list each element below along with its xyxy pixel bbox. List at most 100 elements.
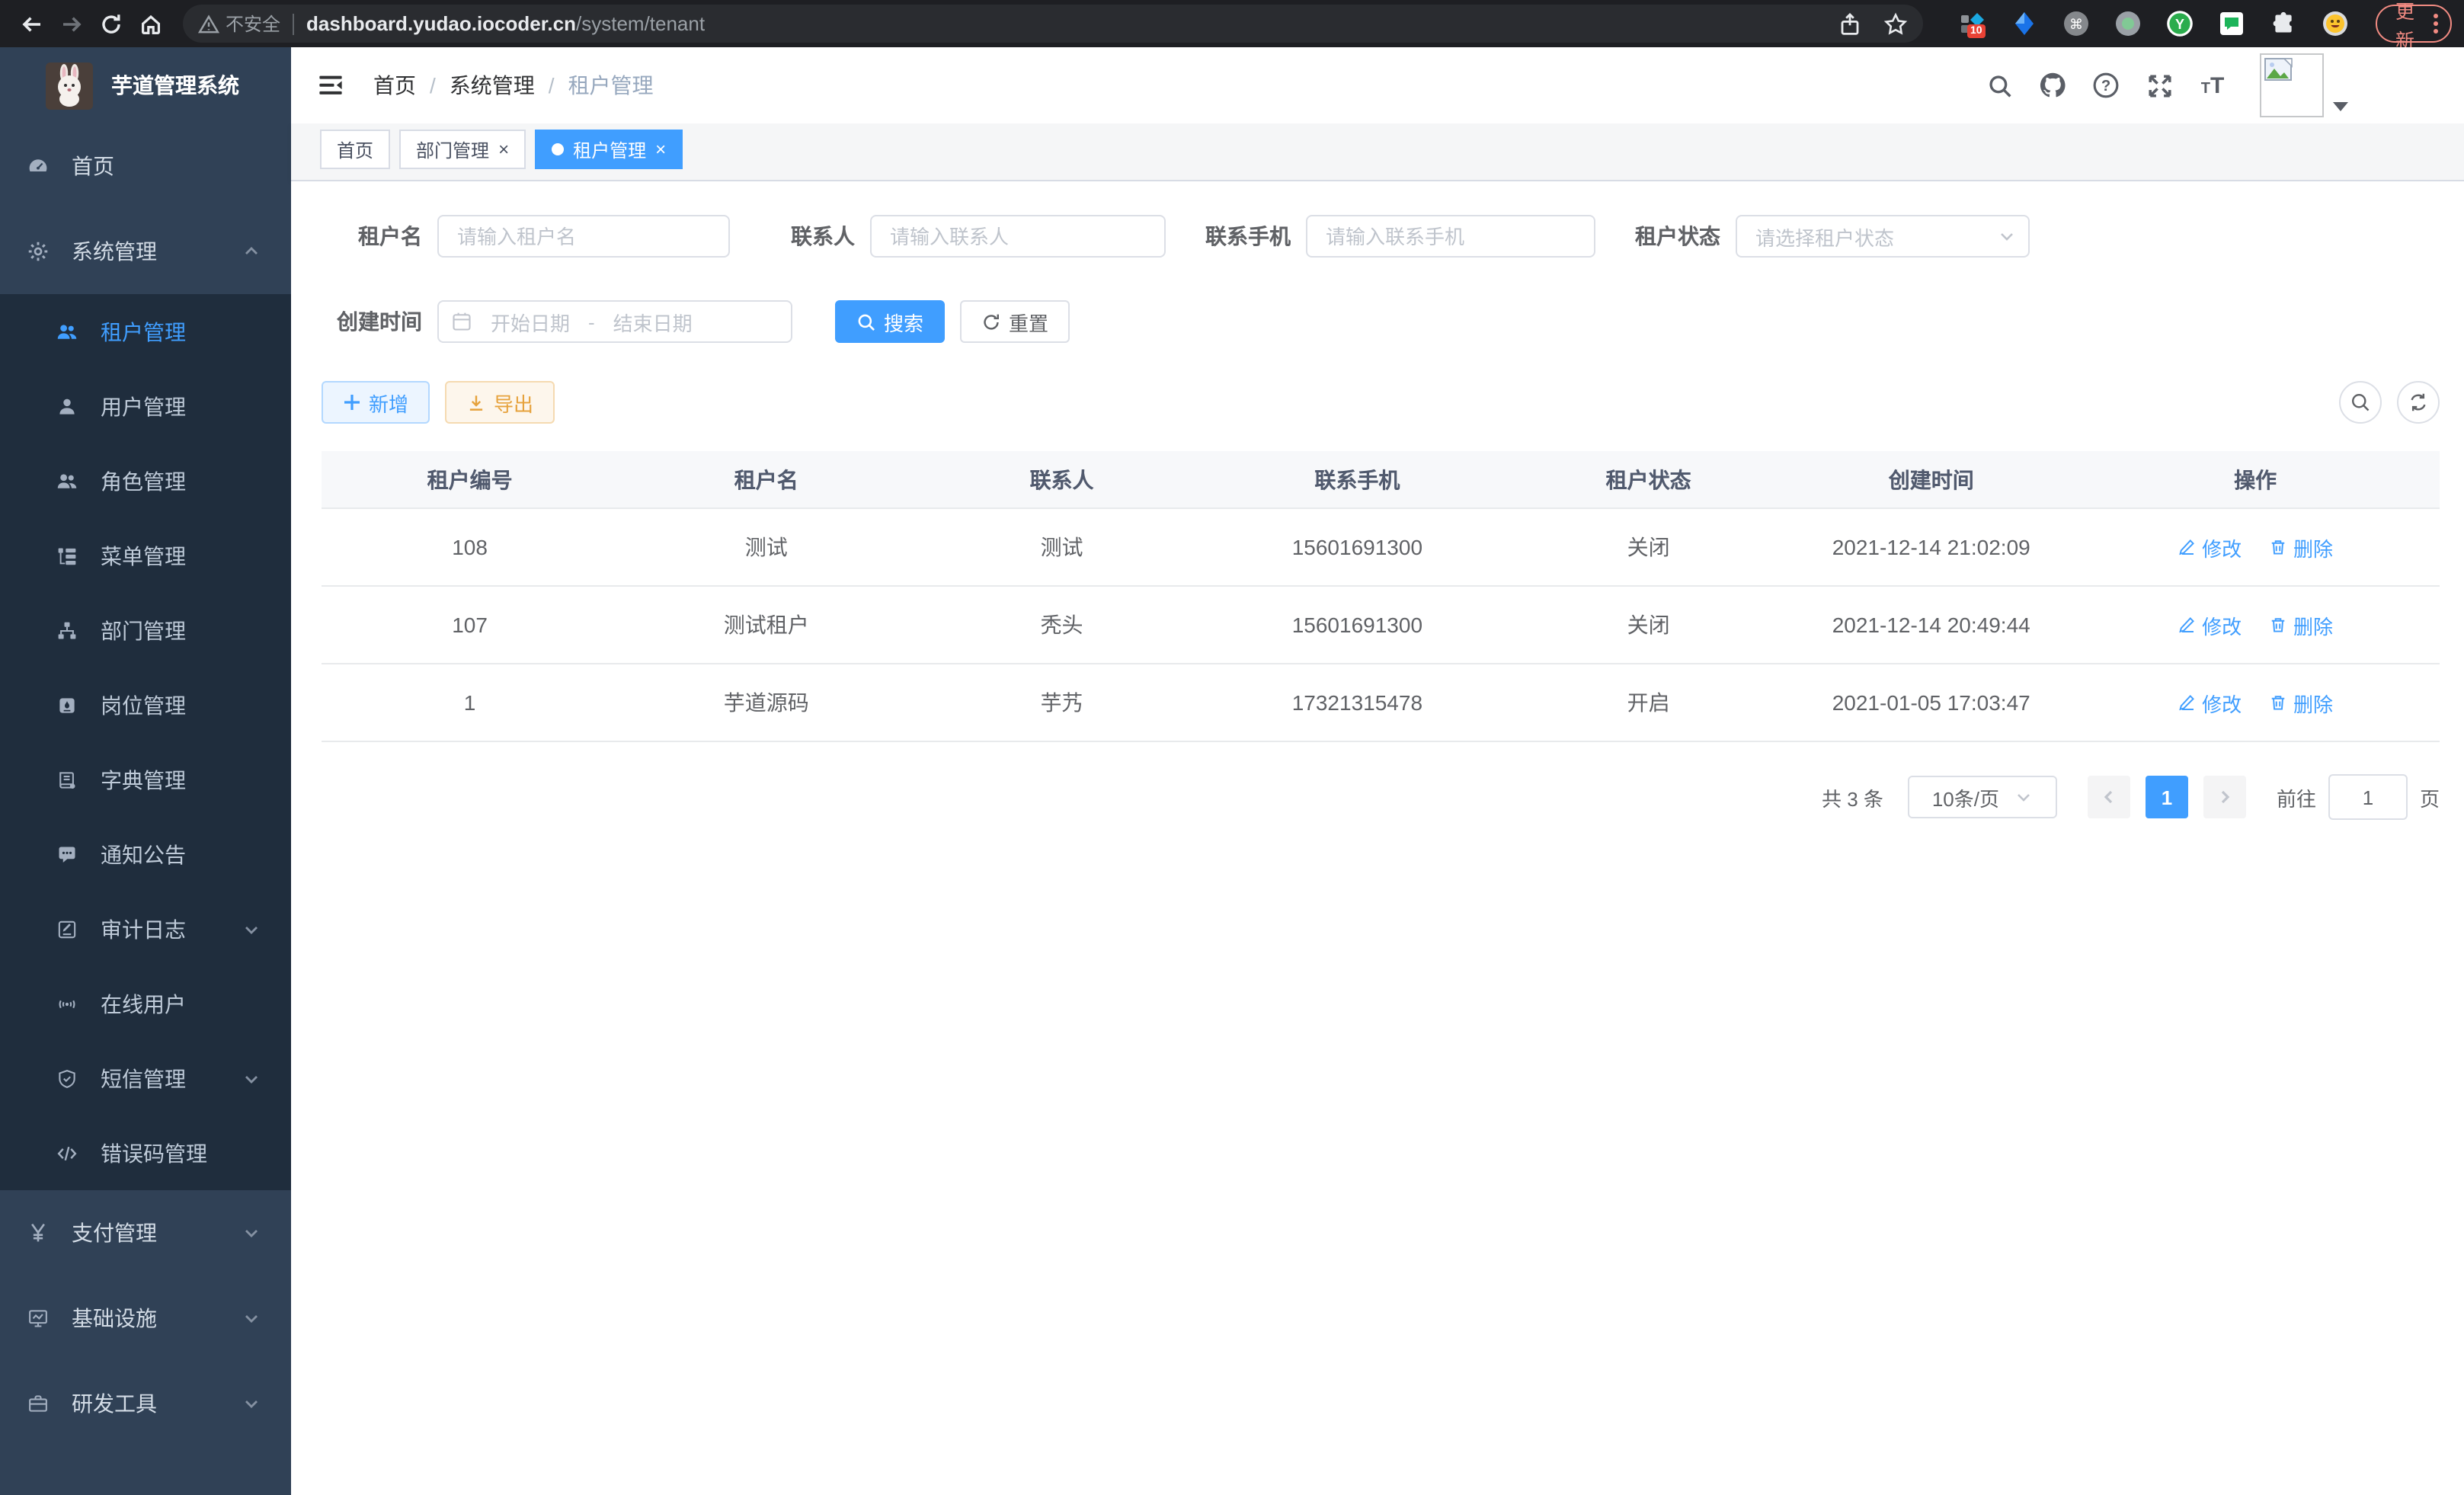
help-icon[interactable]: ?	[2091, 70, 2121, 101]
extension-badge: 10	[1967, 24, 1986, 38]
chevron-down-icon	[1998, 227, 2016, 245]
sidebar-item-system[interactable]: 系统管理	[0, 209, 291, 294]
page-number-1[interactable]: 1	[2146, 776, 2188, 818]
sidebar-item-dept[interactable]: 部门管理	[0, 593, 291, 667]
extension-diamond-icon[interactable]: 10	[1960, 11, 1986, 37]
search-icon[interactable]	[1984, 70, 2014, 101]
toggle-search-button[interactable]	[2339, 381, 2382, 424]
navbar-actions: ? TT	[1984, 47, 2348, 123]
table-toolbar: 新增 导出	[322, 381, 2440, 424]
sidebar-item-error-code[interactable]: 错误码管理	[0, 1116, 291, 1190]
edit-link[interactable]: 修改	[2178, 533, 2242, 562]
close-icon[interactable]: ×	[655, 140, 666, 158]
address-bar[interactable]: 不安全 dashboard.yudao.iocoder.cn/system/te…	[183, 5, 1923, 43]
sidebar-item-post[interactable]: 岗位管理	[0, 667, 291, 742]
sidebar-item-dict[interactable]: 字典管理	[0, 742, 291, 817]
sidebar: 芋道管理系统 首页 系统管理 租户管理 用户管理	[0, 47, 291, 1495]
tab-tenant[interactable]: 租户管理 ×	[535, 130, 683, 169]
logo[interactable]: 芋道管理系统	[0, 47, 291, 123]
filter-contact-mobile: 联系手机	[1190, 215, 1595, 258]
sidebar-item-home[interactable]: 首页	[0, 123, 291, 209]
goto-page-input[interactable]	[2328, 774, 2408, 820]
cell-contact: 秃头	[914, 586, 1208, 664]
breadcrumb-home[interactable]: 首页	[373, 70, 416, 101]
sidebar-item-pay[interactable]: 支付管理	[0, 1190, 291, 1276]
code-icon	[56, 1142, 78, 1164]
tab-dept[interactable]: 部门管理 ×	[399, 130, 526, 169]
extension-y-icon[interactable]: Y	[2167, 11, 2193, 37]
sidebar-item-notice[interactable]: 通知公告	[0, 817, 291, 892]
sidebar-item-online-user[interactable]: 在线用户	[0, 966, 291, 1041]
date-range-picker[interactable]: 开始日期 - 结束日期	[437, 300, 792, 343]
share-icon[interactable]	[1838, 11, 1862, 36]
bookmark-star-icon[interactable]	[1883, 11, 1908, 36]
extension-puzzle-icon[interactable]	[2270, 11, 2296, 37]
plus-icon	[343, 393, 361, 411]
delete-link[interactable]: 删除	[2269, 533, 2333, 562]
extension-emoji-icon[interactable]	[2322, 11, 2348, 37]
filter-contact-name: 联系人	[754, 215, 1166, 258]
edit-link[interactable]: 修改	[2178, 688, 2242, 717]
delete-link[interactable]: 删除	[2269, 688, 2333, 717]
status-select[interactable]: 请选择租户状态	[1736, 215, 2030, 258]
col-mobile: 联系手机	[1209, 451, 1506, 508]
add-button[interactable]: 新增	[322, 381, 430, 424]
sidebar-item-menu[interactable]: 菜单管理	[0, 518, 291, 593]
app-title: 芋道管理系统	[111, 70, 239, 101]
home-icon[interactable]	[131, 4, 171, 43]
extension-chat-icon[interactable]	[2219, 11, 2245, 37]
forward-icon[interactable]	[52, 4, 91, 43]
next-page-button[interactable]	[2203, 776, 2246, 818]
fullscreen-icon[interactable]	[2144, 70, 2174, 101]
browser-menu-icon[interactable]	[2434, 14, 2438, 34]
col-status: 租户状态	[1506, 451, 1791, 508]
url-text: dashboard.yudao.iocoder.cn/system/tenant	[306, 12, 705, 35]
trash-icon	[2269, 693, 2287, 712]
sidebar-item-tenant[interactable]: 租户管理	[0, 294, 291, 369]
sidebar-item-role[interactable]: 角色管理	[0, 443, 291, 518]
filter-row-1: 租户名 联系人 联系手机 租户状态 请选择租户状态	[322, 215, 2440, 258]
extension-dot-icon[interactable]	[2115, 11, 2141, 37]
extension-kite-icon[interactable]	[2011, 11, 2037, 37]
github-icon[interactable]	[2037, 70, 2068, 101]
tab-home[interactable]: 首页	[320, 130, 390, 169]
reload-icon[interactable]	[91, 4, 131, 43]
page-size-select[interactable]: 10条/页	[1908, 776, 2057, 818]
extension-command-icon[interactable]: ⌘	[2063, 11, 2089, 37]
refresh-button[interactable]	[2397, 381, 2440, 424]
table-row: 107 测试租户 秃头 15601691300 关闭 2021-12-14 20…	[322, 586, 2440, 664]
tenant-name-input[interactable]	[437, 215, 730, 258]
tenant-users-icon	[56, 321, 78, 342]
edit-link[interactable]: 修改	[2178, 610, 2242, 639]
reset-button[interactable]: 重置	[960, 300, 1070, 343]
logo-image	[46, 62, 93, 109]
back-icon[interactable]	[12, 4, 52, 43]
prev-page-button[interactable]	[2088, 776, 2130, 818]
delete-link[interactable]: 删除	[2269, 610, 2333, 639]
sidebar-item-infra[interactable]: 基础设施	[0, 1276, 291, 1361]
font-size-icon[interactable]: TT	[2197, 70, 2228, 101]
cell-created: 2021-12-14 20:49:44	[1791, 586, 2071, 664]
role-users-icon	[56, 470, 78, 491]
total-count: 共 3 条	[1822, 783, 1883, 812]
cell-status: 开启	[1506, 664, 1791, 741]
search-button[interactable]: 搜索	[835, 300, 945, 343]
hamburger-icon[interactable]	[315, 70, 346, 101]
contact-mobile-input[interactable]	[1306, 215, 1595, 258]
cell-status: 关闭	[1506, 508, 1791, 586]
breadcrumb-separator: /	[549, 73, 555, 98]
contact-name-input[interactable]	[870, 215, 1166, 258]
table-row: 1 芋道源码 芋艿 17321315478 开启 2021-01-05 17:0…	[322, 664, 2440, 741]
sidebar-item-audit-log[interactable]: 审计日志	[0, 892, 291, 966]
sidebar-item-sms[interactable]: 短信管理	[0, 1041, 291, 1116]
breadcrumb-system[interactable]: 系统管理	[450, 70, 535, 101]
sidebar-item-devtools[interactable]: 研发工具	[0, 1361, 291, 1446]
col-actions: 操作	[2071, 451, 2440, 508]
user-dropdown[interactable]	[2260, 53, 2348, 117]
svg-text:Y: Y	[2175, 17, 2184, 32]
browser-update-button[interactable]: 更新	[2376, 5, 2452, 43]
close-icon[interactable]: ×	[498, 140, 509, 158]
chevron-right-icon	[2216, 788, 2234, 806]
export-button[interactable]: 导出	[445, 381, 555, 424]
sidebar-item-user[interactable]: 用户管理	[0, 369, 291, 443]
